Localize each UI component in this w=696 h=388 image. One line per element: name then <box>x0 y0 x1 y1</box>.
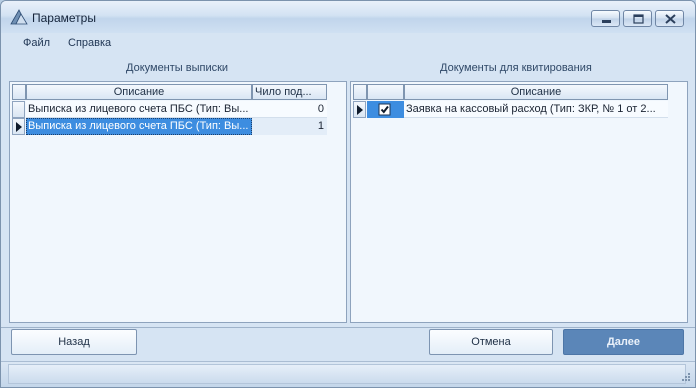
table-row-count-selected[interactable]: 1 <box>252 118 327 135</box>
table-row-description[interactable]: Заявка на кассовый расход (Тип: ЗКР, № 1… <box>404 101 668 118</box>
status-panel <box>8 364 686 384</box>
column-header-description[interactable]: Описание <box>404 84 668 100</box>
table-row-description-selected[interactable]: Выписка из лицевого счета ПБС (Тип: Вы..… <box>26 118 252 135</box>
row-indicator-header <box>353 84 367 100</box>
left-panel-title: Документы выписки <box>126 62 229 74</box>
menu-bar: Файл Справка <box>1 33 695 55</box>
column-header-count[interactable]: Чило под... <box>252 84 327 100</box>
column-header-check <box>367 84 404 100</box>
table-row-description[interactable]: Выписка из лицевого счета ПБС (Тип: Вы..… <box>26 101 252 118</box>
menu-help[interactable]: Справка <box>68 37 111 49</box>
minimize-button[interactable] <box>591 10 620 27</box>
table-row-count[interactable]: 0 <box>252 101 327 118</box>
row-indicator-header <box>12 84 26 100</box>
checkbox-check-icon[interactable] <box>367 101 404 118</box>
title-bar: Параметры <box>1 1 695 33</box>
cancel-button[interactable]: Отмена <box>429 329 553 355</box>
row-checkbox-cell[interactable] <box>367 101 404 118</box>
window-title: Параметры <box>32 11 96 25</box>
minimize-icon <box>602 20 611 23</box>
right-panel-title: Документы для квитирования <box>440 62 592 74</box>
row-pointer-icon <box>16 122 22 132</box>
app-icon <box>10 9 28 25</box>
button-separator <box>1 327 695 328</box>
parameters-window: Параметры Файл Справка Документы выписки… <box>0 0 696 388</box>
close-icon <box>665 14 676 24</box>
back-button[interactable]: Назад <box>11 329 137 355</box>
size-grip-icon[interactable] <box>679 372 691 384</box>
reconciliation-documents-grid[interactable]: Описание Заявка на кассовый расход (Тип:… <box>350 81 688 323</box>
status-bar <box>1 361 695 387</box>
close-button[interactable] <box>655 10 684 27</box>
maximize-icon <box>633 14 644 24</box>
row-pointer-icon <box>357 105 363 115</box>
menu-file[interactable]: Файл <box>23 37 50 49</box>
row-indicator-current[interactable] <box>353 101 366 118</box>
maximize-button[interactable] <box>623 10 652 27</box>
row-indicator-current[interactable] <box>12 118 25 135</box>
next-button[interactable]: Далее <box>563 329 684 355</box>
statement-documents-grid[interactable]: Описание Чило под... Выписка из лицевого… <box>9 81 347 323</box>
column-header-description[interactable]: Описание <box>26 84 252 100</box>
row-indicator[interactable] <box>12 101 25 118</box>
